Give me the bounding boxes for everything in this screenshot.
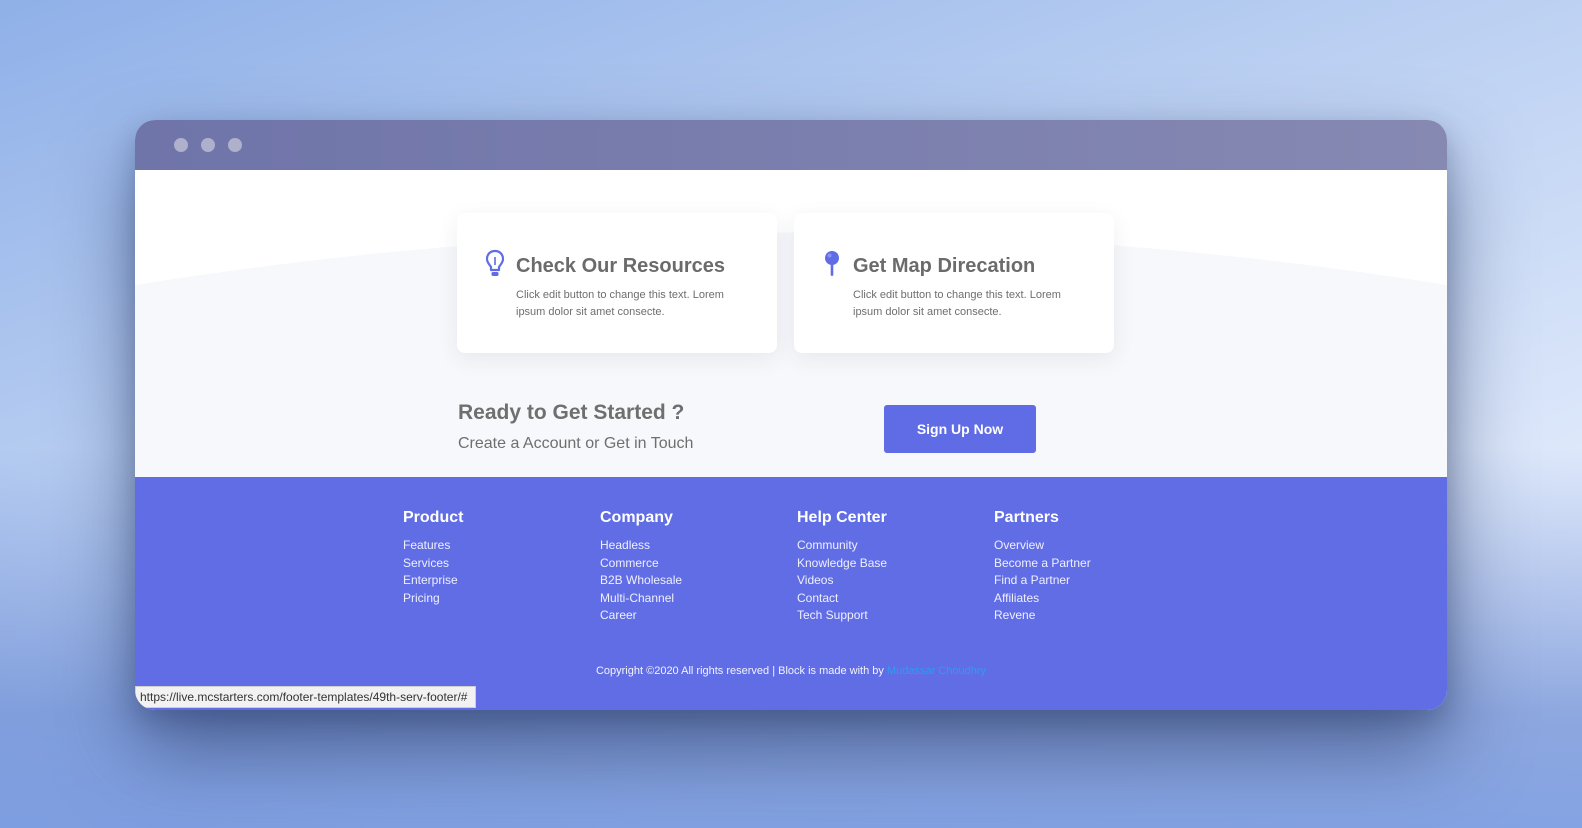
copyright-text: Copyright ©2020 All rights reserved | Bl… [595, 665, 884, 677]
site-footer: Product Features Services Enterprise Pri… [135, 477, 1447, 710]
footer-link-services[interactable]: Services [403, 555, 463, 573]
footer-link-enterprise[interactable]: Enterprise [403, 572, 463, 590]
copyright-line: Copyright ©2020 All rights reserved | Bl… [135, 665, 1447, 677]
footer-heading-help-center: Help Center [797, 509, 887, 526]
sign-up-button[interactable]: Sign Up Now [884, 405, 1036, 453]
window-dot-close[interactable] [174, 138, 188, 152]
map-card[interactable]: Get Map Direcation Click edit button to … [794, 213, 1114, 353]
status-bar-url: https://live.mcstarters.com/footer-templ… [135, 686, 477, 708]
map-card-text: Click edit button to change this text. L… [853, 289, 1061, 318]
footer-link-affiliates[interactable]: Affiliates [994, 590, 1091, 608]
lightbulb-icon [485, 249, 505, 279]
footer-heading-company: Company [600, 509, 673, 526]
footer-link-revene[interactable]: Revene [994, 607, 1091, 625]
footer-link-multi-channel[interactable]: Multi-Channel [600, 590, 682, 608]
cta-subtitle: Create a Account or Get in Touch [458, 435, 694, 452]
resources-card[interactable]: Check Our Resources Click edit button to… [457, 213, 777, 353]
footer-link-become-partner[interactable]: Become a Partner [994, 555, 1091, 573]
window-dot-minimize[interactable] [201, 138, 215, 152]
map-pin-icon [822, 249, 842, 279]
footer-column-partners: Partners Overview Become a Partner Find … [994, 509, 1091, 625]
footer-link-pricing[interactable]: Pricing [403, 590, 463, 608]
footer-link-community[interactable]: Community [797, 537, 887, 555]
browser-window: Check Our Resources Click edit button to… [135, 120, 1447, 710]
footer-link-videos[interactable]: Videos [797, 572, 887, 590]
footer-link-knowledge-base[interactable]: Knowledge Base [797, 555, 887, 573]
window-titlebar [135, 120, 1447, 170]
footer-link-overview[interactable]: Overview [994, 537, 1091, 555]
map-card-title: Get Map Direcation [853, 255, 1036, 277]
footer-heading-product: Product [403, 509, 464, 526]
footer-link-career[interactable]: Career [600, 607, 682, 625]
hero-section: Check Our Resources Click edit button to… [135, 170, 1447, 477]
footer-heading-partners: Partners [994, 509, 1059, 526]
footer-link-find-partner[interactable]: Find a Partner [994, 572, 1091, 590]
footer-link-headless[interactable]: Headless [600, 537, 682, 555]
footer-column-product: Product Features Services Enterprise Pri… [403, 509, 463, 607]
footer-link-b2b-wholesale[interactable]: B2B Wholesale [600, 572, 682, 590]
footer-link-tech-support[interactable]: Tech Support [797, 607, 887, 625]
footer-column-company: Company Headless Commerce B2B Wholesale … [600, 509, 682, 625]
resources-card-text: Click edit button to change this text. L… [516, 289, 724, 318]
footer-link-features[interactable]: Features [403, 537, 463, 555]
footer-link-commerce[interactable]: Commerce [600, 555, 682, 573]
resources-card-title: Check Our Resources [516, 255, 725, 277]
author-link[interactable]: Mudassar Choudhry [887, 665, 986, 677]
background-arc [135, 170, 1447, 285]
cta-title: Ready to Get Started ? [458, 401, 685, 424]
footer-link-contact[interactable]: Contact [797, 590, 887, 608]
window-dot-maximize[interactable] [228, 138, 242, 152]
footer-column-help-center: Help Center Community Knowledge Base Vid… [797, 509, 887, 625]
